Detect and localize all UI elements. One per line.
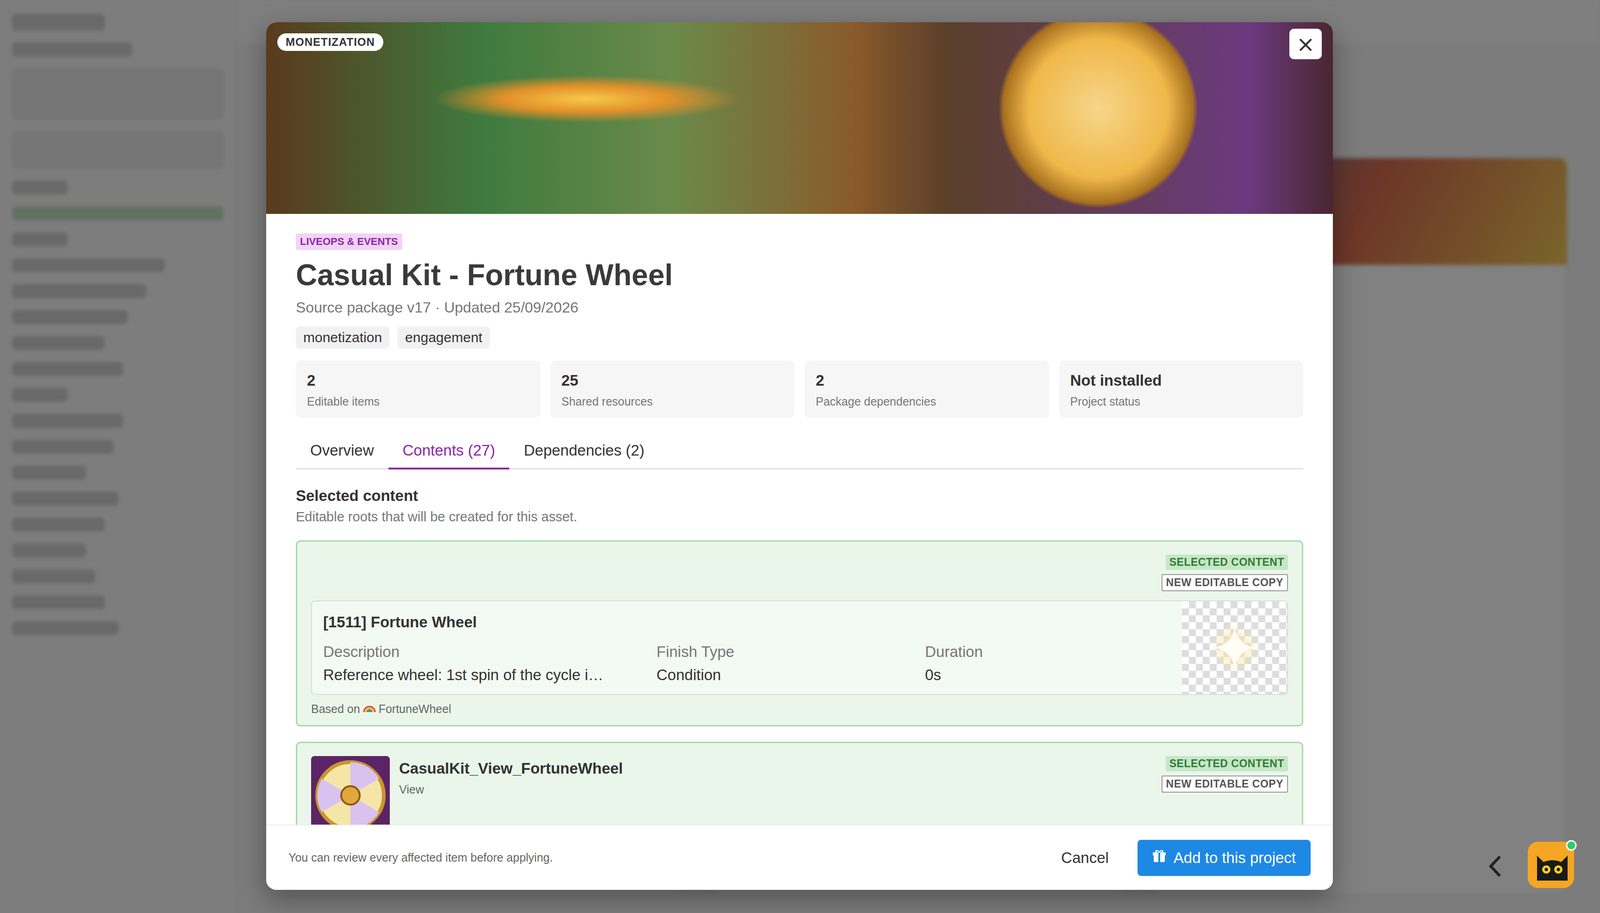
footer-note: You can review every affected item befor… [288,850,1033,865]
tab[interactable]: Overview [295,434,389,470]
field: Finish Type Condition [656,643,916,684]
status-badge: SELECTED CONTENT [1165,756,1288,772]
button-label: Add to this project [1173,849,1296,867]
field-label: Finish Type [656,643,916,661]
badge-group: SELECTED CONTENT NEW EDITABLE COPY [1161,756,1288,793]
based-on-label: Based on [311,702,361,716]
status-badge: NEW EDITABLE COPY [1161,574,1288,592]
field-value: 0s [925,666,1171,684]
rainbow-icon [362,702,376,716]
tab-label: Overview [310,441,375,459]
stat-card: 2 Editable items [295,360,541,418]
add-to-project-button[interactable]: Add to this project [1137,839,1311,876]
dialog-body: LIVEOPS & EVENTS Casual Kit - Fortune Whe… [266,213,1333,825]
view-type: View [399,782,1153,797]
stat-label: Editable items [306,394,530,409]
section-badge: LIVEOPS & EVENTS [295,233,403,250]
field-label: Duration [925,643,1171,661]
status-badge: SELECTED CONTENT [1165,554,1288,570]
field-grid: Description Reference wheel: 1st spin of … [323,643,1171,684]
field: Duration 0s [925,643,1171,684]
content-list: SELECTED CONTENT NEW EDITABLE COPY [1511] … [295,540,1304,825]
stat-value: 25 [561,371,784,390]
field-value: Condition [656,666,916,684]
stat-label: Package dependencies [815,394,1038,409]
banner-image: MONETIZATION × [266,22,1333,214]
tab-label: Contents (27) [402,441,496,459]
tab[interactable]: Contents (27) [388,434,510,470]
category-badge: MONETIZATION [277,33,384,51]
cancel-button[interactable]: Cancel [1050,841,1119,875]
view-name: CasualKit_View_FortuneWheel [399,759,1153,778]
status-badge: NEW EDITABLE COPY [1161,775,1288,793]
stat-value: Not installed [1070,371,1293,390]
wheel-icon [311,756,390,825]
record-card: [1511] Fortune Wheel Description Reference… [311,600,1288,695]
badge-group: SELECTED CONTENT NEW EDITABLE COPY [311,554,1288,592]
section-title: Selected content [295,487,1304,505]
stat-card: 25 Shared resources [550,360,795,418]
stat-card: 2 Package dependencies [804,360,1050,418]
field-value: Reference wheel: 1st spin of the cycle i… [323,666,648,684]
package-icon [1152,849,1167,867]
field: Description Reference wheel: 1st spin of … [323,643,648,684]
stat-label: Project status [1070,394,1293,409]
based-on: Based on FortuneWheel [311,702,1288,716]
dialog-footer: You can review every affected item befor… [266,824,1333,890]
stats-row: 2 Editable items 25 Shared resources 2 Packag… [295,360,1304,418]
tag: monetization [295,326,390,349]
stat-label: Shared resources [561,394,784,409]
content-item[interactable]: SELECTED CONTENT NEW EDITABLE COPY [1511] … [295,540,1304,727]
chevron-left-icon [1485,854,1506,878]
tab-label: Dependencies (2) [523,441,645,459]
tab[interactable]: Dependencies (2) [509,434,659,470]
field-label: Description [323,643,648,661]
based-on-value: FortuneWheel [378,702,452,716]
tag: engagement [397,326,490,349]
asset-meta: Source package v17 · Updated 25/09/2026 [295,299,1304,317]
tab-bar: Overview Contents (27) Dependencies (2) [295,434,1304,470]
stat-value: 2 [815,371,1038,390]
sparkle-icon [1181,601,1288,694]
close-button[interactable]: × [1289,28,1322,60]
content-item[interactable]: CasualKit_View_FortuneWheel View SELECTED … [295,741,1304,825]
asset-title: Casual Kit - Fortune Wheel [295,258,1304,293]
stat-card: Not installed Project status [1059,360,1304,418]
section-subtitle: Editable roots that will be created for … [295,509,1304,525]
asset-dialog: MONETIZATION × LIVEOPS & EVENTS Casual Kit … [266,22,1333,890]
tag-list: monetization engagement [295,326,1304,349]
stat-value: 2 [306,371,530,390]
record-name: [1511] Fortune Wheel [323,613,1171,632]
cat-avatar-icon[interactable] [1526,838,1578,890]
